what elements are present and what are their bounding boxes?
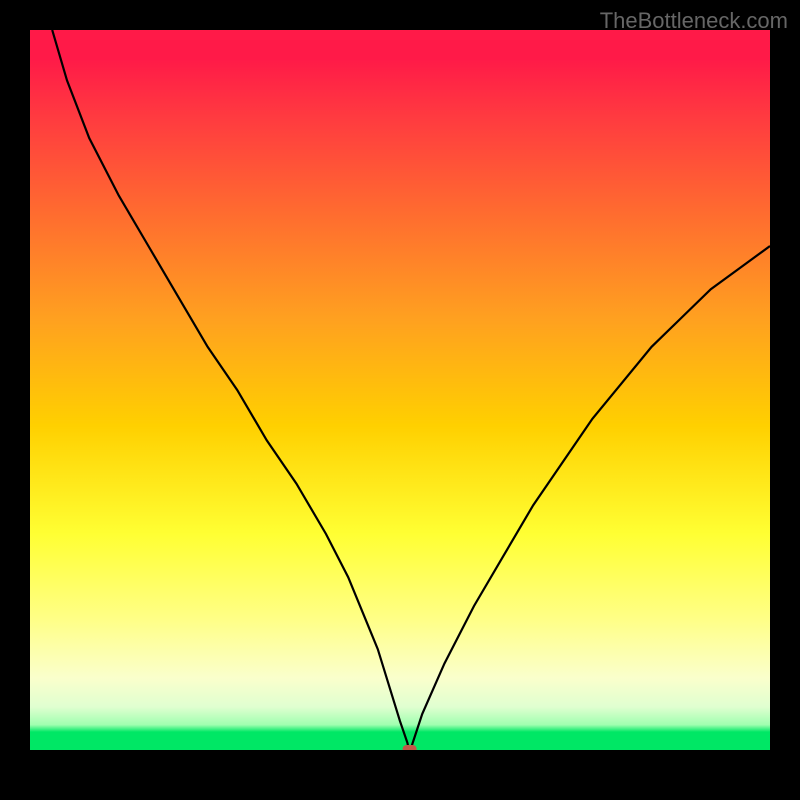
optimum-marker xyxy=(403,745,417,750)
curve-svg xyxy=(30,30,770,750)
watermark-text: TheBottleneck.com xyxy=(600,8,788,34)
chart-container: TheBottleneck.com xyxy=(0,0,800,800)
plot-area xyxy=(30,30,770,750)
bottleneck-curve xyxy=(52,30,770,750)
